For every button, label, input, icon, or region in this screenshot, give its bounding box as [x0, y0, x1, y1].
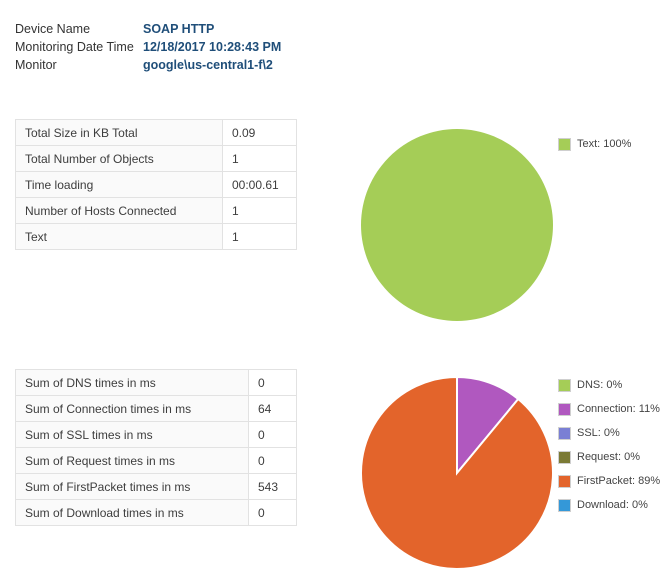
table-row: Sum of SSL times in ms 0: [15, 421, 297, 448]
legend-item: Request: 0%: [558, 445, 658, 469]
table-row: Total Number of Objects 1: [15, 145, 297, 172]
legend-item: Download: 0%: [558, 493, 658, 517]
timing-value-ssl: 0: [248, 421, 297, 448]
summary-label-hosts-connected: Number of Hosts Connected: [15, 197, 223, 224]
pie-slice: [361, 129, 553, 321]
table-row: Sum of Connection times in ms 64: [15, 395, 297, 422]
device-info-block: Device Name SOAP HTTP Monitoring Date Ti…: [15, 20, 345, 74]
summary-value-hosts-connected: 1: [222, 197, 297, 224]
table-row: Sum of DNS times in ms 0: [15, 369, 297, 396]
timing-value-download: 0: [248, 499, 297, 526]
legend-swatch-icon: [558, 450, 571, 464]
timing-label-connection: Sum of Connection times in ms: [15, 395, 249, 422]
legend-item: DNS: 0%: [558, 373, 658, 397]
meta-label-monitoring-date-time: Monitoring Date Time: [15, 40, 134, 54]
legend-swatch-icon: [558, 474, 571, 488]
timing-value-connection: 64: [248, 395, 297, 422]
table-row: Time loading 00:00.61: [15, 171, 297, 198]
table-row: Text 1: [15, 223, 297, 250]
timing-value-request: 0: [248, 447, 297, 474]
summary-table: Total Size in KB Total 0.09 Total Number…: [15, 119, 297, 250]
content-composition-legend: Text: 100%: [558, 122, 658, 156]
meta-value-monitor: google\us-central1-f\2: [143, 58, 273, 72]
table-row: Sum of Download times in ms 0: [15, 499, 297, 526]
meta-value-monitoring-date-time: 12/18/2017 10:28:43 PM: [143, 40, 282, 54]
legend-swatch-icon: [558, 426, 571, 440]
summary-value-total-objects: 1: [222, 145, 297, 172]
timing-breakdown-pie-svg: [360, 376, 554, 570]
legend-item: SSL: 0%: [558, 421, 658, 445]
legend-swatch-icon: [558, 378, 571, 392]
legend-item-label: SSL: 0%: [577, 427, 620, 439]
legend-swatch-icon: [558, 402, 571, 416]
timing-value-firstpacket: 543: [248, 473, 297, 500]
legend-item-label: Text: 100%: [577, 138, 632, 150]
summary-value-text: 1: [222, 223, 297, 250]
meta-label-monitor: Monitor: [15, 58, 57, 72]
summary-label-text: Text: [15, 223, 223, 250]
timing-label-ssl: Sum of SSL times in ms: [15, 421, 249, 448]
pie-slice: [360, 376, 554, 570]
table-row: Total Size in KB Total 0.09: [15, 119, 297, 146]
timings-table: Sum of DNS times in ms 0 Sum of Connecti…: [15, 369, 297, 526]
legend-item-label: Connection: 11%: [577, 403, 660, 415]
meta-label-device-name: Device Name: [15, 22, 91, 36]
legend-item: FirstPacket: 89%: [558, 469, 661, 493]
summary-label-total-objects: Total Number of Objects: [15, 145, 223, 172]
summary-value-total-size: 0.09: [222, 119, 297, 146]
content-composition-pie-svg: [361, 129, 553, 321]
summary-label-total-size: Total Size in KB Total: [15, 119, 223, 146]
timing-breakdown-pie: [360, 376, 554, 570]
meta-value-device-name: SOAP HTTP: [143, 22, 215, 36]
legend-item: Text: 100%: [558, 132, 658, 156]
summary-value-time-loading: 00:00.61: [222, 171, 297, 198]
content-composition-chart: Text: 100%: [352, 122, 652, 327]
legend-swatch-icon: [558, 498, 571, 512]
legend-item-label: Request: 0%: [577, 451, 640, 463]
table-row: Sum of FirstPacket times in ms 543: [15, 473, 297, 500]
timing-label-request: Sum of Request times in ms: [15, 447, 249, 474]
table-row: Sum of Request times in ms 0: [15, 447, 297, 474]
meta-row-monitoring-date-time: Monitoring Date Time 12/18/2017 10:28:43…: [15, 38, 345, 56]
meta-row-monitor: Monitor google\us-central1-f\2: [15, 56, 345, 74]
legend-item-label: DNS: 0%: [577, 379, 623, 391]
meta-row-device-name: Device Name SOAP HTTP: [15, 20, 345, 38]
legend-item-label: Download: 0%: [577, 499, 648, 511]
timing-label-download: Sum of Download times in ms: [15, 499, 249, 526]
timing-breakdown-chart: DNS: 0% Connection: 11% SSL: 0% Request: 0%…: [352, 370, 660, 575]
timing-breakdown-legend: DNS: 0% Connection: 11% SSL: 0% Request: 0%…: [558, 370, 661, 517]
timing-label-dns: Sum of DNS times in ms: [15, 369, 249, 396]
legend-item: Connection: 11%: [558, 397, 660, 421]
timing-label-firstpacket: Sum of FirstPacket times in ms: [15, 473, 249, 500]
legend-item-label: FirstPacket: 89%: [577, 475, 661, 487]
content-composition-pie: [360, 128, 554, 322]
timing-value-dns: 0: [248, 369, 297, 396]
legend-swatch-icon: [558, 137, 571, 151]
summary-label-time-loading: Time loading: [15, 171, 223, 198]
table-row: Number of Hosts Connected 1: [15, 197, 297, 224]
